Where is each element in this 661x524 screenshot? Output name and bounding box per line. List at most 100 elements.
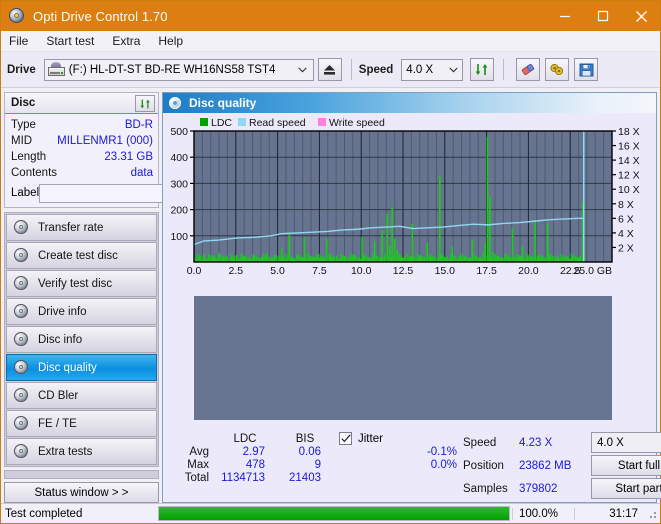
svg-text:4 X: 4 X <box>618 228 634 240</box>
svg-text:12 X: 12 X <box>618 170 640 182</box>
sidebar-item-fe-te[interactable]: FE / TE <box>6 410 157 437</box>
svg-text:8 X: 8 X <box>618 199 634 211</box>
save-button[interactable] <box>574 58 599 81</box>
disc-row-contents: Contents data <box>11 165 153 181</box>
disc-row-mid: MID MILLENMR1 (000) <box>11 133 153 149</box>
ldc-chart-svg: 100 200 300 400 500 2 X 4 X 6 X 8 X 10 X 12 X 14 X 1… <box>170 117 640 277</box>
drive-icon <box>47 62 65 77</box>
sidebar-item-cd-bler[interactable]: CD Bler <box>6 382 157 409</box>
stat-avg-bis: 0.06 <box>298 446 321 458</box>
eject-button[interactable] <box>317 58 342 81</box>
disc-icon <box>14 416 29 431</box>
minimize-icon[interactable] <box>546 1 584 31</box>
toolbar-separator-1 <box>350 59 352 80</box>
elapsed-time: 31:17 <box>574 507 646 520</box>
sidebar-item-drive-info[interactable]: Drive info <box>6 298 157 325</box>
chevron-down-icon <box>445 67 461 73</box>
sidebar-item-disc-quality[interactable]: Disc quality <box>6 354 157 381</box>
sidebar-item-label: Extra tests <box>38 445 93 458</box>
svg-text:25.0 GB: 25.0 GB <box>573 265 612 277</box>
svg-text:16 X: 16 X <box>618 141 640 153</box>
panel-header: Disc quality <box>163 93 656 113</box>
disc-refresh-button[interactable] <box>135 95 155 112</box>
menu-start-test[interactable]: Start test <box>46 32 103 50</box>
status-window-button[interactable]: Status window > > <box>4 482 159 503</box>
svg-text:Read speed: Read speed <box>249 117 306 129</box>
content-area: Disc Type BD-R MID MILLENMR1 (000) Lengt… <box>1 88 661 503</box>
sidebar-item-verify-test-disc[interactable]: Verify test disc <box>6 270 157 297</box>
svg-text:0.0: 0.0 <box>187 265 202 277</box>
maximize-icon[interactable] <box>584 1 622 31</box>
drive-select[interactable]: (F:) HL-DT-ST BD-RE WH16NS58 TST4 <box>43 58 314 81</box>
sidebar: Disc Type BD-R MID MILLENMR1 (000) Lengt… <box>4 92 243 503</box>
speed-select[interactable]: 4.0 X <box>401 58 464 81</box>
svg-text:12.5: 12.5 <box>393 265 414 277</box>
stat-max-jitter: 0.0% <box>430 459 457 471</box>
disc-icon <box>14 248 29 263</box>
disc-type-key: Type <box>11 119 36 131</box>
stat-max-ldc: 478 <box>245 459 265 471</box>
svg-text:6 X: 6 X <box>618 213 634 225</box>
svg-text:10 X: 10 X <box>618 184 640 196</box>
status-bar: Test completed 100.0% 31:17 <box>1 503 660 523</box>
svg-text:2 X: 2 X <box>618 242 634 254</box>
disc-row-length: Length 23.31 GB <box>11 149 153 165</box>
toolbar: Drive (F:) HL-DT-ST BD-RE WH16NS58 TST4 … <box>1 52 660 88</box>
menu-bar: File Start test Extra Help <box>1 31 660 52</box>
sidebar-item-label: FE / TE <box>38 417 77 430</box>
disc-info-panel: Disc Type BD-R MID MILLENMR1 (000) Lengt… <box>4 92 243 208</box>
sidebar-item-transfer-rate[interactable]: Transfer rate <box>6 214 157 241</box>
sidebar-item-extra-tests[interactable]: Extra tests <box>6 438 157 465</box>
svg-text:300: 300 <box>170 178 188 190</box>
menu-extra[interactable]: Extra <box>112 32 149 50</box>
charts-container: 100 200 300 400 500 2 X 4 X 6 X 8 X 10 X 12 X 14 X 1… <box>163 113 656 428</box>
disc-mid-key: MID <box>11 135 33 147</box>
refresh-button[interactable] <box>470 58 495 81</box>
progress-bar <box>158 506 510 521</box>
drive-select-value: (F:) HL-DT-ST BD-RE WH16NS58 TST4 <box>68 63 276 76</box>
start-full-button[interactable]: Start full <box>591 455 661 476</box>
svg-text:LDC: LDC <box>211 117 232 129</box>
svg-text:5.0: 5.0 <box>270 265 285 277</box>
samples-value: 379802 <box>519 482 558 495</box>
drive-label: Drive <box>7 63 36 76</box>
menu-help[interactable]: Help <box>158 32 192 50</box>
test-controls: Speed 4.23 X 4.0 X Position 23862 MB Sta… <box>463 432 661 499</box>
svg-text:200: 200 <box>170 205 188 217</box>
status-message: Test completed <box>5 507 83 520</box>
svg-text:7.5: 7.5 <box>312 265 327 277</box>
resize-grip-icon[interactable] <box>646 508 658 520</box>
close-icon[interactable] <box>622 1 660 31</box>
window-controls <box>546 1 660 31</box>
stat-total-bis: 21403 <box>289 472 321 484</box>
svg-text:14 X: 14 X <box>618 155 640 167</box>
disc-icon <box>14 332 29 347</box>
svg-text:17.5: 17.5 <box>476 265 497 277</box>
speed-select-value: 4.0 X <box>406 63 434 76</box>
disc-label-key: Label <box>11 187 40 199</box>
stat-avg-ldc: 2.97 <box>242 446 265 458</box>
toolbar-separator-2 <box>503 59 505 80</box>
disc-info-rows: Type BD-R MID MILLENMR1 (000) Length 23.… <box>5 114 243 207</box>
speed-stat-key: Speed <box>463 436 497 449</box>
app-disc-icon <box>8 7 26 25</box>
stat-total-ldc: 1134713 <box>221 472 265 484</box>
statistics-area: LDC BIS Jitter Avg 2.97 0.06 -0.1% Max 4… <box>163 428 661 502</box>
sidebar-spacer <box>4 470 159 480</box>
eraser-button[interactable] <box>516 58 541 81</box>
disc-icon <box>14 444 29 459</box>
start-part-button[interactable]: Start part <box>591 478 661 499</box>
ldc-chart: 100 200 300 400 500 2 X 4 X 6 X 8 X 10 X 12 X 14 X 1… <box>163 115 656 280</box>
samples-key: Samples <box>463 482 508 495</box>
sidebar-nav: Transfer rate Create test disc Verify te… <box>4 212 159 467</box>
stat-avg-jitter: -0.1% <box>426 446 457 458</box>
sidebar-item-label: Create test disc <box>38 249 118 262</box>
sidebar-item-create-test-disc[interactable]: Create test disc <box>6 242 157 269</box>
disc-length-value: 23.31 GB <box>104 151 153 163</box>
sidebar-item-label: Verify test disc <box>38 277 113 290</box>
sidebar-item-label: Disc info <box>38 333 83 346</box>
disc-panel-title: Disc <box>11 97 36 109</box>
menu-file[interactable]: File <box>9 32 37 50</box>
sidebar-item-disc-info[interactable]: Disc info <box>6 326 157 353</box>
plug-button[interactable] <box>545 58 570 81</box>
